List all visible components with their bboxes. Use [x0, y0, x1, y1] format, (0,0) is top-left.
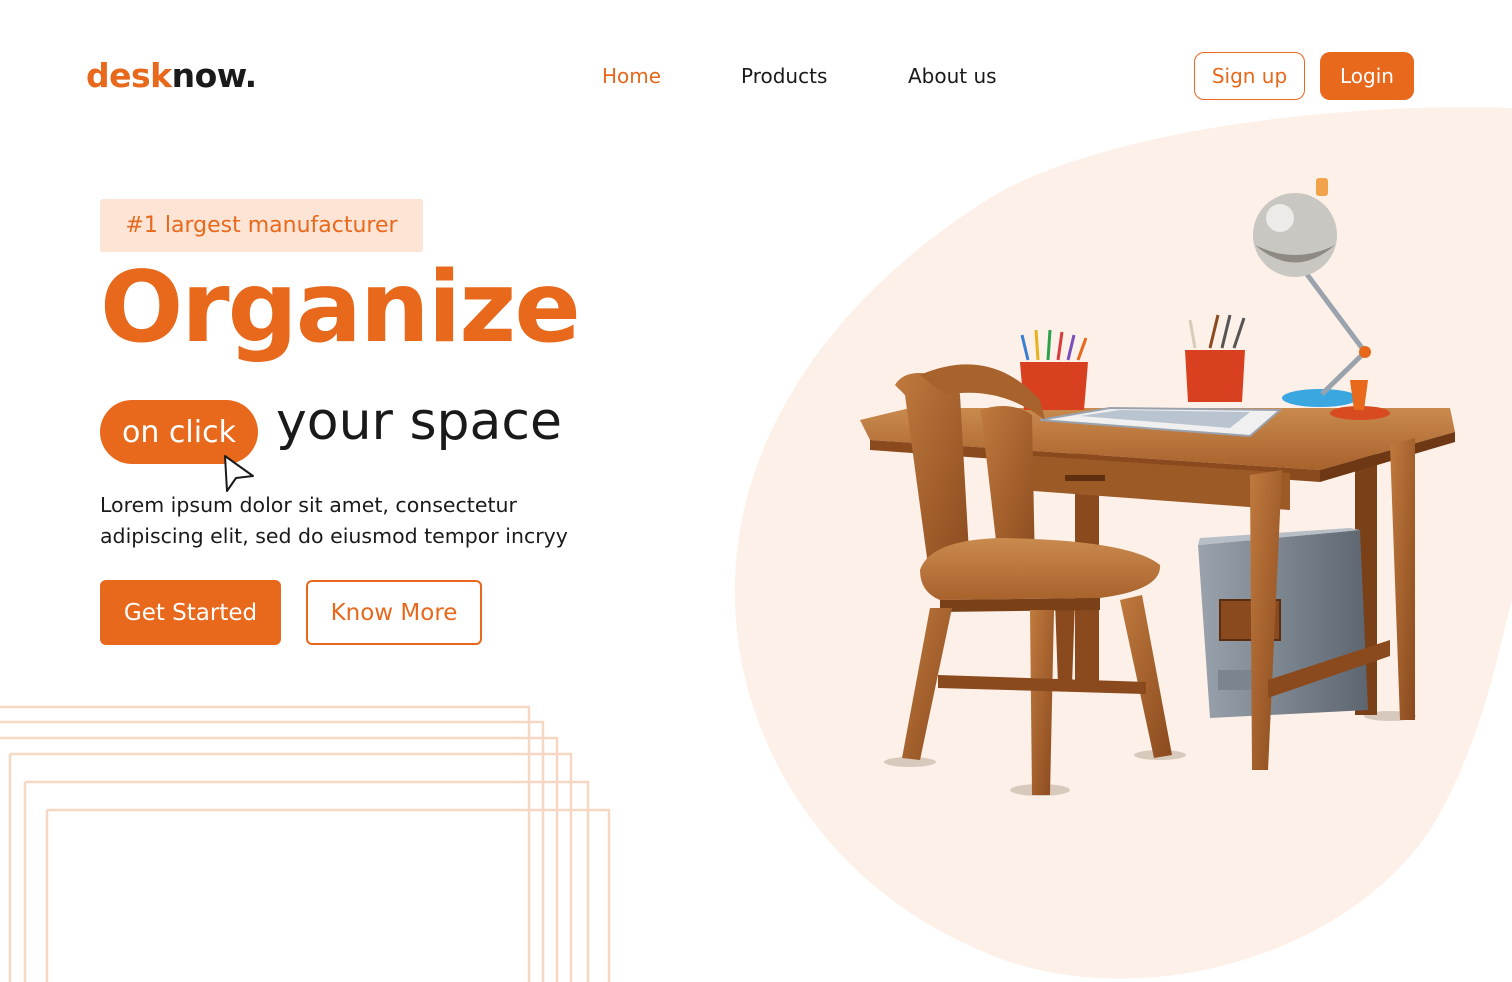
hero-headline: Organize — [100, 251, 581, 365]
nav-products[interactable]: Products — [741, 64, 827, 88]
nav-about-us[interactable]: About us — [908, 64, 997, 88]
desk-chair-illustration — [860, 178, 1455, 796]
nav-home[interactable]: Home — [602, 64, 661, 88]
manufacturer-badge: #1 largest manufacturer — [100, 199, 423, 252]
decorative-lines — [0, 705, 611, 982]
sign-up-button[interactable]: Sign up — [1194, 52, 1305, 100]
brand-logo[interactable]: desknow. — [86, 56, 257, 95]
brand-logo-part1: desk — [86, 56, 172, 95]
hero-subheadline: your space — [276, 392, 562, 452]
cursor-arrow-icon — [224, 455, 254, 492]
brand-logo-part2: now. — [171, 56, 258, 95]
get-started-button[interactable]: Get Started — [100, 580, 281, 645]
know-more-button[interactable]: Know More — [306, 580, 482, 645]
hero-description-line2: adipiscing elit, sed do eiusmod tempor i… — [100, 524, 568, 548]
login-button[interactable]: Login — [1320, 52, 1414, 100]
hero-description: Lorem ipsum dolor sit amet, consectetur … — [100, 490, 600, 552]
hero-description-line1: Lorem ipsum dolor sit amet, consectetur — [100, 493, 517, 517]
